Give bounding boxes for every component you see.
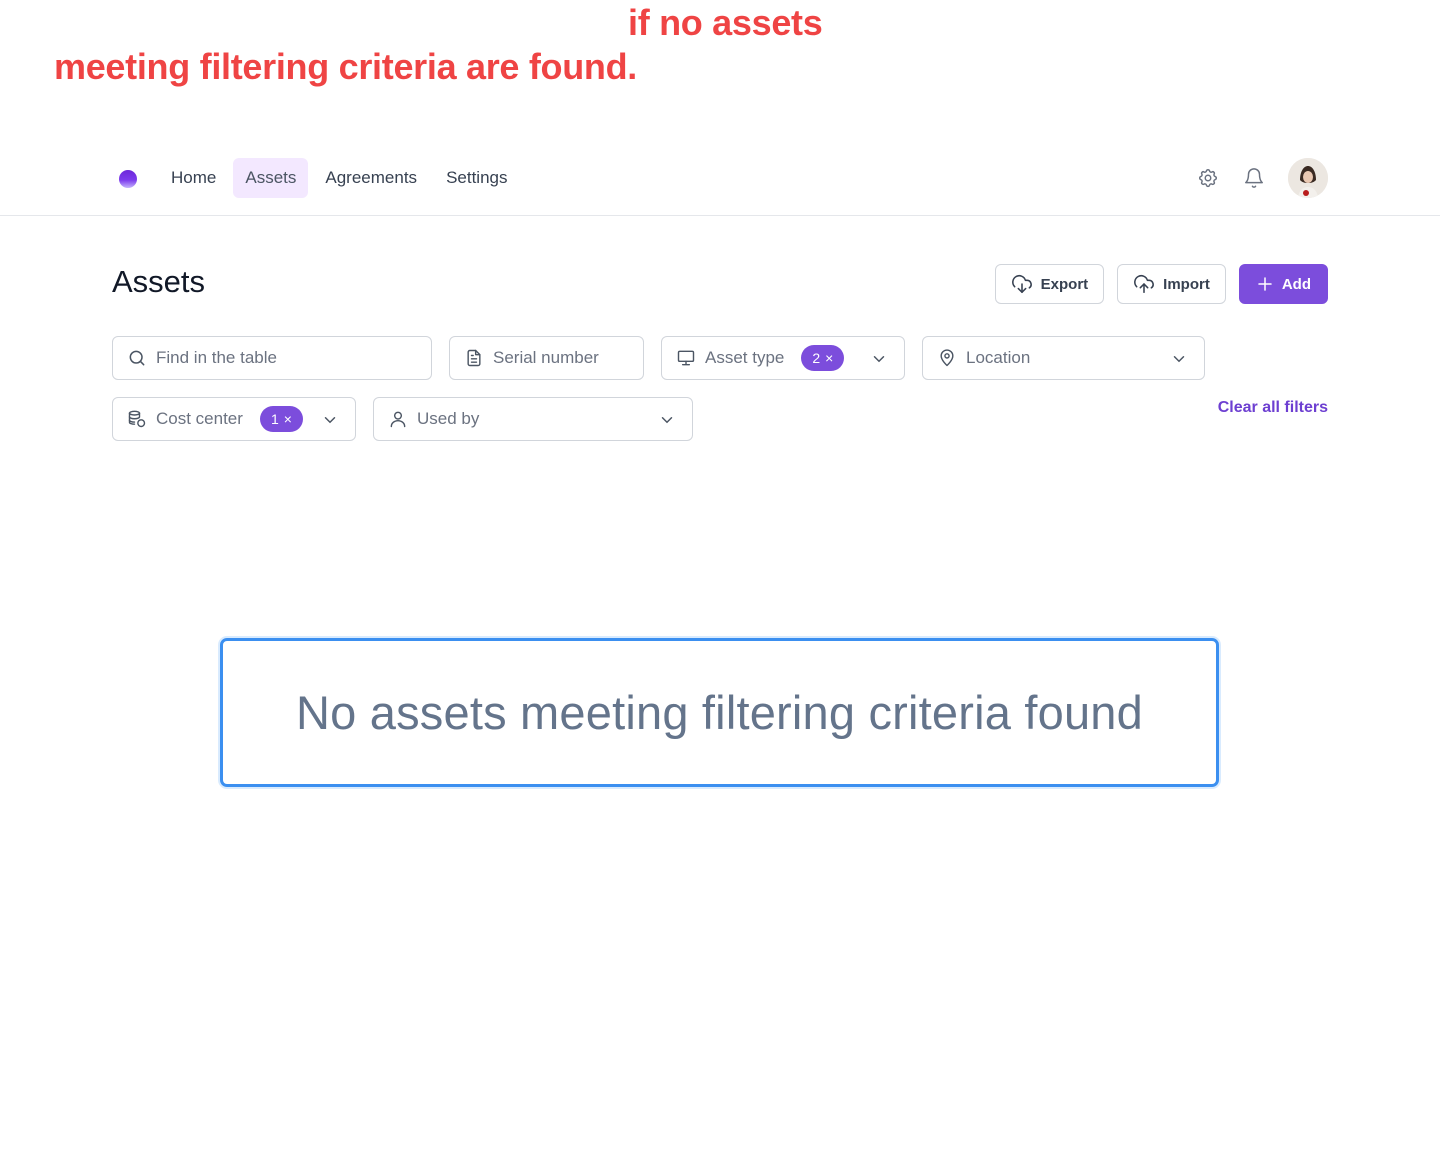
user-icon <box>390 411 406 428</box>
close-icon[interactable]: × <box>284 411 292 427</box>
search-input[interactable]: Find in the table <box>112 336 432 380</box>
page-actions: Export Import Add <box>994 264 1328 304</box>
import-button-label: Import <box>1163 275 1210 293</box>
chevron-down-icon <box>324 417 336 424</box>
export-button[interactable]: Export <box>994 264 1105 304</box>
asset-type-select[interactable]: Asset type 2 × <box>661 336 905 380</box>
serial-number-input[interactable]: Serial number <box>449 336 644 380</box>
empty-state-box: No assets meeting filtering criteria fou… <box>220 638 1219 787</box>
plus-icon <box>1258 277 1272 291</box>
serial-number-placeholder: Serial number <box>493 348 599 367</box>
asset-type-label: Asset type <box>705 348 785 367</box>
location-label: Location <box>966 348 1031 367</box>
asset-type-count: 2 <box>812 350 821 366</box>
used-by-select[interactable]: Used by <box>373 397 693 441</box>
cost-center-count: 1 <box>270 411 279 427</box>
annotation-line-1: if no assets <box>628 2 823 43</box>
annotation-line-2: meeting filtering criteria are found. <box>54 46 638 87</box>
cost-center-select[interactable]: Cost center 1 × <box>112 397 356 441</box>
cost-center-label: Cost center <box>156 409 243 428</box>
add-button[interactable]: Add <box>1238 264 1328 304</box>
used-by-label: Used by <box>417 409 480 428</box>
app-logo[interactable] <box>119 170 137 188</box>
nav-item-agreements[interactable]: Agreements <box>313 158 429 198</box>
search-placeholder: Find in the table <box>156 348 277 367</box>
chevron-down-icon <box>873 356 885 363</box>
nav-item-home[interactable]: Home <box>159 158 228 198</box>
location-select[interactable]: Location <box>922 336 1205 380</box>
close-icon[interactable]: × <box>825 350 833 366</box>
document-icon <box>467 349 481 367</box>
monitor-icon <box>677 350 695 366</box>
main-nav: Home Assets Agreements Settings <box>159 158 520 198</box>
chevron-down-icon <box>1173 356 1185 363</box>
empty-state-message: No assets meeting filtering criteria fou… <box>296 686 1143 739</box>
top-navigation-bar: Home Assets Agreements Settings <box>0 140 1440 216</box>
map-pin-icon <box>940 349 954 367</box>
export-button-label: Export <box>1040 275 1089 293</box>
chevron-down-icon <box>661 417 673 424</box>
coins-icon <box>128 410 146 428</box>
clear-all-filters-link[interactable]: Clear all filters <box>1218 399 1328 417</box>
page-title: Assets <box>112 264 206 299</box>
nav-item-assets[interactable]: Assets <box>233 158 309 198</box>
cost-center-count-chip[interactable]: 1 × <box>259 406 303 432</box>
add-button-label: Add <box>1281 275 1311 293</box>
nav-item-settings[interactable]: Settings <box>434 158 519 198</box>
bell-icon[interactable] <box>1242 166 1266 190</box>
header-icons <box>1196 166 1266 190</box>
import-button[interactable]: Import <box>1117 264 1226 304</box>
cloud-download-icon <box>1011 274 1032 294</box>
gear-icon[interactable] <box>1196 166 1220 190</box>
cloud-upload-icon <box>1134 274 1155 294</box>
search-icon <box>129 350 145 366</box>
user-avatar[interactable] <box>1288 158 1328 198</box>
asset-type-count-chip[interactable]: 2 × <box>801 345 845 371</box>
